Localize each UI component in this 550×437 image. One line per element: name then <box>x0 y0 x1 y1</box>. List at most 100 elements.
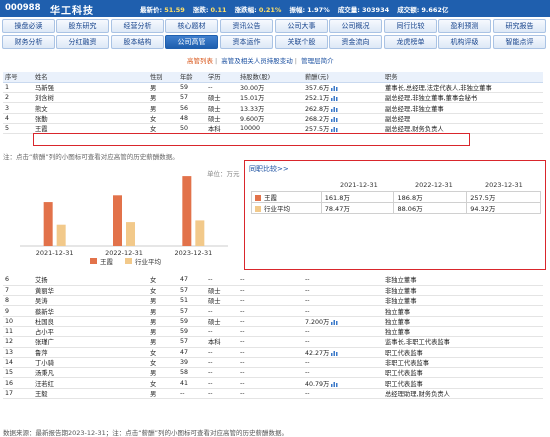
nav-tab-row1-9[interactable]: 研究报告 <box>493 19 546 33</box>
cell-text[interactable]: 鲁萍 <box>35 350 48 357</box>
cell-text[interactable]: 杜国良 <box>35 319 54 326</box>
cell-text[interactable]: 汤秉凡 <box>35 370 54 377</box>
table-cell: -- <box>206 275 238 286</box>
bar-0-2[interactable] <box>182 176 192 246</box>
nav-tab-row2-4[interactable]: 资本运作 <box>220 35 273 49</box>
cell-text[interactable]: 张勤 <box>35 116 48 123</box>
table-cell: -- <box>238 275 303 286</box>
nav-tab-row1-4[interactable]: 资讯公告 <box>220 19 273 33</box>
nav-tab-row1-8[interactable]: 盈利预测 <box>438 19 491 33</box>
table-cell: 鲁萍 <box>33 347 148 358</box>
nav-tab-row2-7[interactable]: 龙虎榜单 <box>384 35 437 49</box>
cell-text: 职工代表监事 <box>385 349 423 357</box>
table-cell: -- <box>206 388 238 400</box>
bar-0-1[interactable] <box>113 195 122 246</box>
nav-tab-row1-3[interactable]: 核心题材 <box>165 19 218 33</box>
cell-text: -- <box>240 338 245 346</box>
salary-history-icon[interactable] <box>331 116 338 122</box>
salary-history-icon[interactable] <box>331 85 338 91</box>
subtab-exec-list[interactable]: 高管列表 <box>187 57 213 65</box>
cell-text: 30.00万 <box>240 84 265 92</box>
cell-text[interactable]: 王毅 <box>35 391 48 398</box>
cell-text: 男 <box>150 370 157 378</box>
cell-text: 男 <box>150 84 157 92</box>
cell-text: 男 <box>150 339 157 347</box>
salary-history-icon[interactable] <box>331 350 338 356</box>
cell-text: 职工代表监事 <box>385 370 423 378</box>
table-cell: 3 <box>3 102 33 114</box>
cell-text: -- <box>208 389 213 397</box>
compare-value: 88.06万 <box>393 202 468 214</box>
nav-tab-row1-0[interactable]: 操盘必读 <box>2 19 55 33</box>
nav-tab-row2-6[interactable]: 资金流向 <box>329 35 382 49</box>
salary-history-icon[interactable] <box>331 319 338 325</box>
table-cell: 副总经理 <box>383 113 543 124</box>
legend-label-0: 王霞 <box>100 258 114 266</box>
nav-tab-row1-2[interactable]: 经营分析 <box>111 19 164 33</box>
cell-text: -- <box>208 359 213 367</box>
nav-tab-row1-7[interactable]: 同行比较 <box>384 19 437 33</box>
table-cell: 357.6万 <box>303 82 383 94</box>
table-row: 17 王毅 男 -- -- -- -- 总经理助理,财务负责人 <box>3 388 543 400</box>
cell-text[interactable]: 汪若红 <box>35 381 54 388</box>
legend-label-1: 行业平均 <box>135 257 162 266</box>
bar-1-2[interactable] <box>195 220 205 246</box>
table-cell: -- <box>303 295 383 307</box>
cell-text: -- <box>240 276 245 284</box>
table-cell: 男 <box>148 305 178 317</box>
cell-text: 男 <box>150 308 157 316</box>
cell-text[interactable]: 丁小骑 <box>35 360 54 367</box>
nav-tab-row2-8[interactable]: 机构评级 <box>438 35 491 49</box>
subtab-holding-changes[interactable]: 高管及相关人员持股变动 <box>221 57 293 65</box>
nav-tab-row1-5[interactable]: 公司大事 <box>275 19 328 33</box>
cell-text[interactable]: 艾扬 <box>35 277 48 284</box>
cell-text: 41 <box>180 379 189 387</box>
table-cell: -- <box>238 285 303 297</box>
table-row: 8 吴涛 男 51 硕士 -- -- 非独立董事 <box>3 295 543 307</box>
stat-price: 最新价: 51.59 <box>140 6 185 14</box>
nav-tab-row1-6[interactable]: 公司概况 <box>329 19 382 33</box>
table-cell: -- <box>206 347 238 358</box>
nav-tab-row2-3[interactable]: 公司高管 <box>165 35 218 49</box>
compare-title[interactable]: 同职比较>> <box>249 164 289 174</box>
cell-text[interactable]: 占小平 <box>35 329 54 336</box>
nav-tab-row2-0[interactable]: 财务分析 <box>2 35 55 49</box>
cell-text: -- <box>208 369 213 377</box>
table-cell: 41 <box>178 377 206 389</box>
table-cell: 占小平 <box>33 326 148 338</box>
nav-tab-row2-2[interactable]: 股本结构 <box>111 35 164 49</box>
nav-tab-row1-1[interactable]: 股东研究 <box>56 19 109 33</box>
cell-text: 42.27万 <box>305 349 330 357</box>
table-cell: 13 <box>3 347 33 358</box>
quote-stats: 最新价: 51.59 涨跌: 0.11 涨跌幅: 0.21% 振幅: 1.97%… <box>140 4 454 14</box>
bar-0-0[interactable] <box>43 202 53 246</box>
cell-text[interactable]: 吴涛 <box>35 298 48 305</box>
table-cell: 11 <box>3 326 33 338</box>
salary-history-icon[interactable] <box>331 381 338 387</box>
nav-tab-row2-9[interactable]: 智能点评 <box>493 35 546 49</box>
salary-history-icon[interactable] <box>331 95 338 102</box>
cell-text[interactable]: 蔡新华 <box>35 309 54 316</box>
table-cell: 40.79万 <box>303 377 383 389</box>
cell-text: 9 <box>5 307 10 315</box>
bar-1-0[interactable] <box>56 224 66 246</box>
table-row: 16 汪若红 女 41 -- -- 40.79万 职工代表监事 <box>3 377 543 389</box>
table-cell: -- <box>303 388 383 400</box>
bar-1-1[interactable] <box>126 222 135 246</box>
table-cell: 女 <box>148 113 178 124</box>
stock-code: 000988 <box>5 3 41 13</box>
subtab-management-bio[interactable]: 管理层简介 <box>301 57 334 65</box>
nav-tab-row2-5[interactable]: 关联个股 <box>275 35 328 49</box>
cell-text: 女 <box>150 115 157 123</box>
cell-text[interactable]: 熊文 <box>35 106 48 113</box>
cell-text[interactable]: 刘含树 <box>35 95 54 102</box>
cell-text[interactable]: 马新强 <box>35 85 54 92</box>
salary-history-icon[interactable] <box>331 126 338 133</box>
nav-tab-row2-1[interactable]: 分红融资 <box>56 35 109 49</box>
salary-history-icon[interactable] <box>331 106 338 112</box>
table-cell: -- <box>238 388 303 400</box>
cell-text[interactable]: 黄丽华 <box>35 288 54 295</box>
cell-text[interactable]: 张瑾广 <box>35 339 54 346</box>
table-cell: -- <box>303 275 383 286</box>
table-row: 9 蔡新华 男 57 -- -- -- 独立董事 <box>3 305 543 317</box>
